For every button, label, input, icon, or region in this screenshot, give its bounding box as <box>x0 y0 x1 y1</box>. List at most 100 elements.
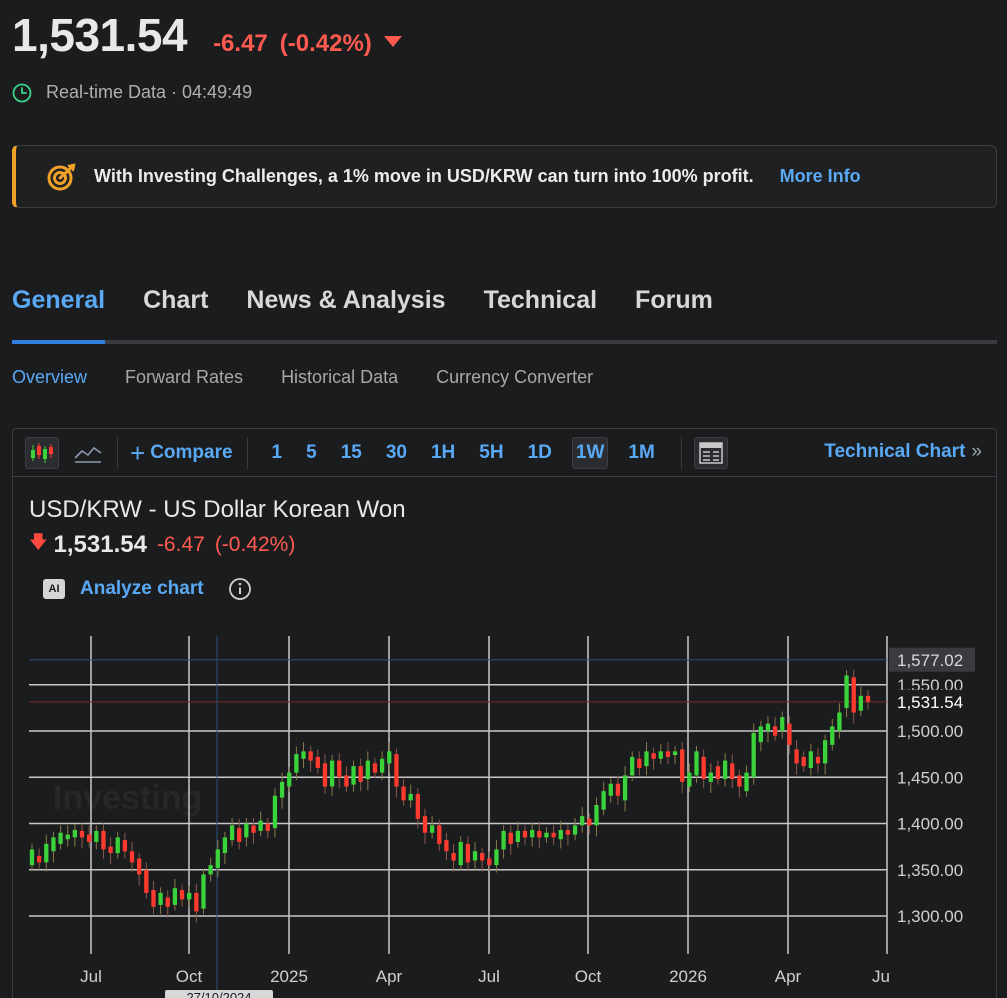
y-tick-label: 1,300.00 <box>897 907 963 926</box>
subtab-forward-rates[interactable]: Forward Rates <box>125 367 243 388</box>
candle-body <box>272 795 278 829</box>
candle-body <box>251 825 256 833</box>
tab-news-analysis[interactable]: News & Analysis <box>246 282 445 340</box>
candle-body <box>708 772 713 782</box>
tab-technical[interactable]: Technical <box>484 282 597 340</box>
tab-general[interactable]: General <box>12 282 106 344</box>
candle-body <box>101 830 106 850</box>
candle-body <box>72 829 78 838</box>
candle-body <box>87 834 92 842</box>
candle-body <box>494 849 499 866</box>
more-info-link[interactable]: More Info <box>780 166 861 187</box>
candle-body <box>337 760 342 778</box>
candle-body <box>408 793 413 801</box>
candle-body <box>137 858 142 875</box>
candle-body <box>58 832 63 844</box>
candle-body <box>108 846 113 854</box>
candle-body <box>715 766 721 780</box>
candle-body <box>344 775 349 787</box>
candle-body <box>780 717 785 731</box>
candle-body <box>37 855 42 863</box>
quote-change-percent: (-0.42%) <box>279 30 372 57</box>
candle-body <box>208 865 213 875</box>
subtab-currency-converter[interactable]: Currency Converter <box>436 367 593 388</box>
main-tabs: General Chart News & Analysis Technical … <box>12 282 997 344</box>
candle-body <box>515 830 521 842</box>
candle-body <box>815 756 821 764</box>
candle-body <box>608 783 613 796</box>
candle-body <box>844 675 849 708</box>
candle-body <box>637 758 642 768</box>
watermark-text: Investing <box>53 779 202 817</box>
realtime-status-text: Real-time Data · 04:49:49 <box>46 82 253 102</box>
x-tick-label: Oct <box>575 967 602 986</box>
x-tick-label: Oct <box>176 967 203 986</box>
quote-change: -6.47 <box>213 30 268 57</box>
candle-body <box>672 751 678 756</box>
banner-text: With Investing Challenges, a 1% move in … <box>94 166 754 186</box>
candle-body <box>394 754 399 787</box>
candle-body <box>837 712 842 731</box>
tab-forum[interactable]: Forum <box>635 282 713 340</box>
x-tick-label: Jul <box>80 967 102 986</box>
candle-body <box>237 828 242 842</box>
candle-body <box>472 851 478 861</box>
candle-body <box>301 751 306 759</box>
candle-body <box>572 825 578 835</box>
candle-body <box>351 766 356 785</box>
candle-body <box>65 834 70 840</box>
candle-body <box>594 805 599 826</box>
candle-body <box>372 763 378 773</box>
candle-body <box>315 756 320 768</box>
candle-body <box>615 783 621 796</box>
last-price-label: 1,531.54 <box>897 693 963 712</box>
candle-body <box>415 793 420 819</box>
tab-chart[interactable]: Chart <box>143 282 208 340</box>
candle-body <box>215 849 220 868</box>
candle-body <box>580 816 585 826</box>
price-chart[interactable]: Investing1,550.001,500.001,450.001,400.0… <box>13 429 998 998</box>
y-tick-label: 1,400.00 <box>897 815 963 834</box>
candle-body <box>858 695 863 711</box>
y-tick-label: 1,450.00 <box>897 768 963 787</box>
candle-body <box>644 751 649 767</box>
candle-body <box>851 677 856 713</box>
candle-body <box>222 837 228 854</box>
candle-body <box>822 740 828 764</box>
candle-body <box>308 751 313 761</box>
candle-body <box>587 818 592 826</box>
candle-body <box>508 832 513 844</box>
candle-body <box>537 830 542 838</box>
candle-body <box>565 829 571 835</box>
candle-body <box>187 892 192 900</box>
candle-body <box>329 760 335 787</box>
candle-body <box>287 772 292 787</box>
candle-body <box>758 726 763 743</box>
subtab-historical-data[interactable]: Historical Data <box>281 367 398 388</box>
candle-body <box>365 760 370 780</box>
subtab-overview[interactable]: Overview <box>12 367 87 388</box>
triangle-down-icon <box>383 36 402 47</box>
candle-body <box>429 825 435 833</box>
candle-body <box>94 830 99 842</box>
candle-body <box>44 843 49 863</box>
candle-body <box>501 830 506 850</box>
x-tick-label: Apr <box>376 967 403 986</box>
candle-body <box>279 781 285 798</box>
candle-body <box>658 751 663 759</box>
candle-body <box>730 763 735 780</box>
candle-body <box>115 837 120 854</box>
sub-tabs: Overview Forward Rates Historical Data C… <box>12 367 631 388</box>
candle-body <box>630 756 635 776</box>
candle-body <box>322 763 328 787</box>
candle-body <box>401 786 406 801</box>
candle-body <box>487 858 492 866</box>
candle-body <box>144 869 149 893</box>
candle-body <box>737 775 742 787</box>
candle-body <box>544 832 549 838</box>
candle-body <box>601 791 606 810</box>
realtime-status: Real-time Data · 04:49:49 <box>12 82 252 103</box>
candle-body <box>229 825 235 841</box>
candle-body <box>201 874 206 909</box>
candle-body <box>480 853 485 861</box>
